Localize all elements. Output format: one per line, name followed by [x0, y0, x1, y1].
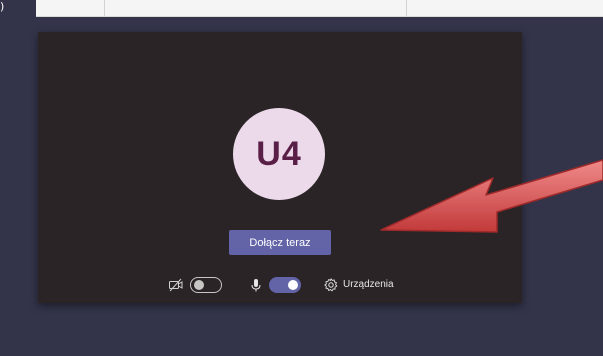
- corner-glyph: ): [0, 0, 5, 13]
- camera-toggle[interactable]: [190, 277, 222, 293]
- avatar-initials: U4: [256, 134, 302, 173]
- toggle-knob: [288, 280, 298, 290]
- top-divider: [406, 0, 407, 16]
- toggle-knob: [194, 280, 204, 290]
- gear-icon[interactable]: [323, 277, 339, 293]
- device-controls: Urządzenia: [38, 275, 522, 295]
- join-now-button[interactable]: Dołącz teraz: [229, 230, 331, 255]
- camera-off-icon: [168, 277, 184, 293]
- top-panel: [36, 0, 603, 17]
- microphone-icon: [248, 277, 264, 293]
- microphone-toggle[interactable]: [269, 277, 301, 293]
- top-strip: ): [0, 0, 603, 20]
- devices-label[interactable]: Urządzenia: [343, 277, 394, 293]
- avatar: U4: [233, 108, 325, 200]
- annotation-arrow-icon: [380, 159, 603, 233]
- top-divider: [104, 0, 105, 16]
